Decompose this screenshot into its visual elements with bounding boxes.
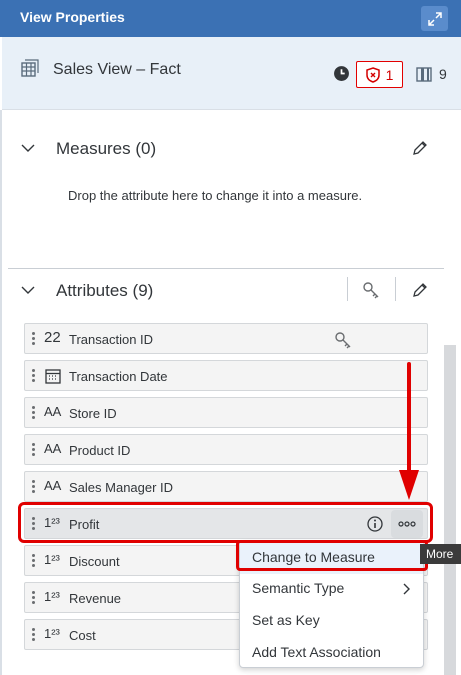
view-title: Sales View – Fact bbox=[53, 61, 181, 78]
menu-item-semantic-type[interactable]: Semantic Type bbox=[240, 573, 423, 605]
attribute-row[interactable]: AA Product ID bbox=[24, 434, 428, 465]
attribute-label: Transaction Date bbox=[69, 369, 168, 384]
drag-handle-icon[interactable] bbox=[32, 369, 35, 383]
chevron-down-icon[interactable] bbox=[21, 143, 35, 153]
number-type-icon: 1²³ bbox=[44, 589, 60, 604]
key-icon bbox=[335, 332, 351, 349]
more-tooltip: More bbox=[420, 544, 461, 564]
chevron-down-icon[interactable] bbox=[21, 285, 35, 295]
menu-item-set-as-key[interactable]: Set as Key bbox=[240, 605, 423, 637]
measures-title: Measures (0) bbox=[56, 139, 157, 158]
table-icon bbox=[21, 59, 39, 77]
column-count: 9 bbox=[439, 66, 447, 82]
measures-drop-hint: Drop the attribute here to change it int… bbox=[68, 188, 363, 203]
number-type-icon: 1²³ bbox=[44, 626, 60, 641]
drag-handle-icon[interactable] bbox=[32, 443, 35, 457]
annotation-arrow-icon bbox=[399, 362, 419, 500]
drag-handle-icon[interactable] bbox=[32, 480, 35, 494]
expand-icon bbox=[427, 11, 442, 26]
drag-handle-icon[interactable] bbox=[32, 554, 35, 568]
attributes-title: Attributes (9) bbox=[56, 281, 154, 300]
string-type-icon: AA bbox=[44, 441, 62, 456]
shield-error-icon bbox=[365, 66, 380, 83]
attribute-label: Product ID bbox=[69, 443, 131, 458]
scrollbar[interactable] bbox=[444, 345, 456, 675]
string-type-icon: AA bbox=[44, 478, 62, 493]
chevron-right-icon bbox=[403, 583, 410, 595]
panel-title: View Properties bbox=[20, 9, 125, 25]
integer-type-icon: 22 bbox=[44, 329, 61, 346]
attribute-label: Discount bbox=[69, 554, 120, 569]
calendar-icon bbox=[45, 369, 61, 384]
key-icon[interactable] bbox=[362, 281, 380, 299]
columns-icon bbox=[416, 67, 432, 82]
menu-item-label: Semantic Type bbox=[252, 580, 345, 596]
drag-handle-icon[interactable] bbox=[32, 332, 35, 346]
annotation-highlight bbox=[18, 502, 433, 543]
string-type-icon: AA bbox=[44, 404, 62, 419]
toolbar-separator bbox=[347, 277, 348, 301]
number-type-icon: 1²³ bbox=[44, 552, 60, 567]
title-bar: View Properties bbox=[0, 0, 461, 37]
attribute-row[interactable]: AA Store ID bbox=[24, 397, 428, 428]
attribute-label: Sales Manager ID bbox=[69, 480, 174, 495]
attribute-label: Revenue bbox=[69, 591, 122, 606]
error-count: 1 bbox=[385, 66, 394, 83]
drag-handle-icon[interactable] bbox=[32, 406, 35, 420]
attribute-label: Transaction ID bbox=[69, 332, 154, 347]
drag-handle-icon[interactable] bbox=[32, 628, 35, 642]
attribute-row[interactable]: 22 Transaction ID bbox=[24, 323, 428, 354]
panel-border bbox=[0, 110, 2, 675]
edit-measures-icon[interactable] bbox=[412, 140, 428, 156]
attribute-label: Cost bbox=[69, 628, 96, 643]
view-header: Sales View – Fact 1 9 bbox=[2, 37, 461, 110]
section-divider bbox=[8, 268, 444, 269]
drag-handle-icon[interactable] bbox=[32, 591, 35, 605]
attribute-row[interactable]: AA Sales Manager ID bbox=[24, 471, 428, 502]
edit-attributes-icon[interactable] bbox=[412, 282, 428, 298]
attribute-row[interactable]: Transaction Date bbox=[24, 360, 428, 391]
clock-icon[interactable] bbox=[333, 65, 350, 82]
validation-errors-button[interactable]: 1 bbox=[356, 61, 403, 88]
menu-item-add-text-association[interactable]: Add Text Association bbox=[240, 637, 423, 669]
toolbar-separator bbox=[395, 277, 396, 301]
menu-annotation-highlight bbox=[236, 540, 428, 571]
attribute-label: Store ID bbox=[69, 406, 117, 421]
expand-button[interactable] bbox=[421, 6, 448, 31]
